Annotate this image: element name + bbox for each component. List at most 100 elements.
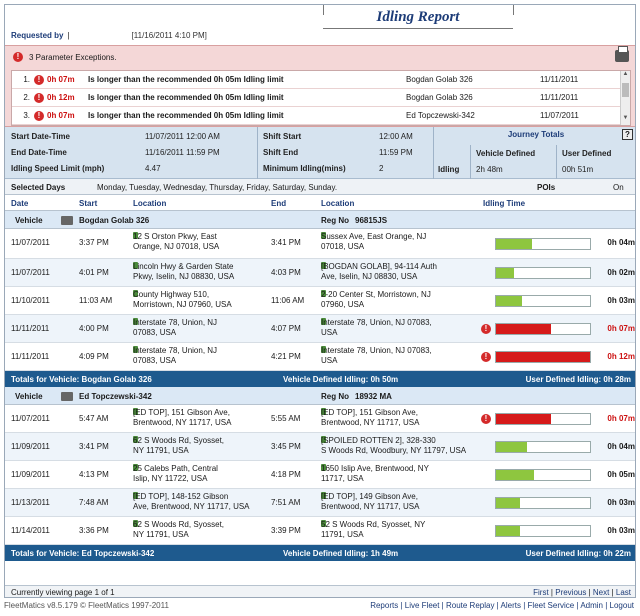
end-location[interactable]: 52 S Woods Rd, Syosset, NY 11791, USA [321,520,481,539]
row-date: 11/09/2011 [11,442,50,451]
start-location[interactable]: Lincoln Hwy & Garden State Pkwy, Iselin, … [133,262,263,281]
end-location[interactable]: [BOGDAN GOLAB], 94-114 Auth Ave, Iselin, … [321,262,481,281]
shift-start-label: Shift Start [263,132,302,141]
report-frame: Idling Report Requested by | [11/16/2011… [4,4,636,598]
requested-at: [11/16/2011 4:10 PM] [131,30,207,40]
start-location[interactable]: 12 S Orston Pkwy, East Orange, NJ 07018, … [133,232,263,251]
end-location[interactable]: Interstate 78, Union, NJ 07083, USA [321,318,481,337]
vehicle-defined-idling: Vehicle Defined Idling: 1h 49m [283,549,399,558]
start-location[interactable]: Interstate 78, Union, NJ 07083, USA [133,318,263,337]
first-link[interactable]: First [533,588,549,597]
nav-live-fleet[interactable]: Live Fleet [405,601,440,610]
end-label: End Date-Time [11,148,67,157]
start-location[interactable]: [ED TOP], 151 Gibson Ave, Brentwood, NY 1… [133,408,263,427]
idling-duration: 0h 04m [607,238,635,247]
table-row[interactable]: 11/07/2011 4:01 PM Lincoln Hwy & Garden St… [5,259,635,287]
row-start: 3:36 PM [79,526,109,535]
pager: First | Previous | Next | Last [533,588,631,597]
selected-days-row: Selected Days Monday, Tuesday, Wednesday… [5,179,635,195]
end-location-line2: USA [321,356,338,365]
table-row[interactable]: 11/11/2011 4:09 PM Interstate 78, Union, N… [5,343,635,371]
exception-row[interactable]: 2.! 0h 12m Is longer than the recommended … [12,89,630,107]
exceptions-scrollbar[interactable]: ▲ ▼ [620,71,630,125]
start-location[interactable]: 62 S Woods Rd, Syosset, NY 11791, USA [133,520,263,539]
start-location-line2: Morristown, NJ 07960, USA [133,300,232,309]
idling-bar [495,295,591,307]
start-location[interactable]: 25 Calebs Path, Central Islip, NY 11722, … [133,464,263,483]
exception-icon: ! [13,52,23,62]
exception-row[interactable]: 1.! 0h 07m Is longer than the recommended … [12,71,630,89]
start-location[interactable]: County Highway 510, Morristown, NJ 07960,… [133,290,263,309]
last-link[interactable]: Last [616,588,631,597]
scroll-down-icon[interactable]: ▼ [621,115,630,125]
end-location-line2: 11791, USA [321,530,364,539]
print-icon[interactable] [615,46,629,62]
row-end: 4:03 PM [271,268,301,277]
start-location-line2: Pkwy, Iselin, NJ 08830, USA [133,272,235,281]
journey-col-user: User Defined [562,149,612,158]
vehicle-label: Vehicle [15,392,43,401]
table-row[interactable]: 11/13/2011 7:48 AM [ED TOP], 148-152 Gibso… [5,489,635,517]
exceptions-list[interactable]: 1.! 0h 07m Is longer than the recommended … [11,70,631,126]
row-start: 5:47 AM [79,414,109,423]
end-location-line1: Sussex Ave, East Orange, NJ [321,232,427,241]
exception-vehicle: Bogdan Golab 326 [406,75,473,84]
table-row[interactable]: 11/07/2011 3:37 PM 12 S Orston Pkwy, East O… [5,229,635,259]
nav-admin[interactable]: Admin [580,601,603,610]
idling-bar [495,441,591,453]
row-date: 11/07/2011 [11,238,50,247]
min-idle-label: Minimum Idling(mins) [263,164,346,173]
end-location-line1: 2-20 Center St, Morristown, NJ [321,290,431,299]
requested-by-label: Requested by [11,30,64,40]
end-location[interactable]: [ED TOP], 149 Gibson Ave, Brentwood, NY 1… [321,492,481,511]
pois-label: POIs [537,183,556,192]
start-location-line2: Islip, NY 11722, USA [133,474,208,483]
end-location[interactable]: 2-20 Center St, Morristown, NJ 07960, USA [321,290,481,309]
start-location[interactable]: 62 S Woods Rd, Syosset, NY 11791, USA [133,436,263,455]
exception-icon: ! [481,414,491,424]
end-location[interactable]: 1650 Islip Ave, Brentwood, NY 11717, USA [321,464,481,483]
row-start: 3:37 PM [79,238,109,247]
table-row[interactable]: 11/09/2011 3:41 PM 62 S Woods Rd, Syosset,… [5,433,635,461]
scroll-up-icon[interactable]: ▲ [621,71,630,81]
start-location[interactable]: [ED TOP], 148-152 Gibson Ave, Brentwood, … [133,492,263,511]
exception-message: Is longer than the recommended 0h 05m Id… [88,75,284,84]
help-icon[interactable]: ? [622,129,633,140]
table-footer: Currently viewing page 1 of 1 First | Pr… [5,585,635,597]
table-row[interactable]: 11/07/2011 5:47 AM [ED TOP], 151 Gibson Av… [5,405,635,433]
exceptions-panel: ! 3 Parameter Exceptions. 1.! 0h 07m Is lo… [5,45,635,127]
end-location[interactable]: [ED TOP], 151 Gibson Ave, Brentwood, NY 1… [321,408,481,427]
exception-row[interactable]: 3.! 0h 07m Is longer than the recommended … [12,107,630,125]
row-end: 4:18 PM [271,470,301,479]
title-divider-right [513,5,514,15]
reg-label: Reg No [321,392,349,401]
vehicle-defined-idling: Vehicle Defined Idling: 0h 50m [283,375,399,384]
table-row[interactable]: 11/11/2011 4:00 PM Interstate 78, Union, N… [5,315,635,343]
idling-duration: 0h 07m [607,414,635,423]
table-row[interactable]: 11/10/2011 11:03 AM County Highway 510, Mor… [5,287,635,315]
row-date: 11/13/2011 [11,498,50,507]
journey-row-idling: Idling [438,165,460,174]
nav-route-replay[interactable]: Route Replay [446,601,494,610]
idling-duration: 0h 12m [607,352,635,361]
nav-fleet-service[interactable]: Fleet Service [528,601,575,610]
end-location[interactable]: Sussex Ave, East Orange, NJ 07018, USA [321,232,481,251]
idling-bar-fill [496,268,514,278]
end-location[interactable]: [SPOILED ROTTEN 2], 328-330 S Woods Rd, W… [321,436,481,455]
previous-link[interactable]: Previous [555,588,586,597]
table-row[interactable]: 11/09/2011 4:13 PM 25 Calebs Path, Central… [5,461,635,489]
start-location[interactable]: Interstate 78, Union, NJ 07083, USA [133,346,263,365]
table-row[interactable]: 11/14/2011 3:36 PM 62 S Woods Rd, Syosset,… [5,517,635,545]
end-location-line1: Interstate 78, Union, NJ 07083, [321,318,432,327]
end-location-line2: Brentwood, NY 11717, USA [321,502,420,511]
nav-logout[interactable]: Logout [610,601,634,610]
end-location-line2: Ave, Iselin, NJ 08830, USA [321,272,418,281]
nav-alerts[interactable]: Alerts [501,601,521,610]
exception-duration: 0h 12m [47,93,75,102]
end-location[interactable]: Interstate 78, Union, NJ 07083, USA [321,346,481,365]
next-link[interactable]: Next [593,588,609,597]
nav-reports[interactable]: Reports [370,601,398,610]
end-location-line1: [BOGDAN GOLAB], 94-114 Auth [321,262,437,271]
end-location-line2: 07018, USA [321,242,365,251]
vehicle-header: Vehicle Ed Topczewski-342 Reg No 18932 MA [5,387,635,405]
